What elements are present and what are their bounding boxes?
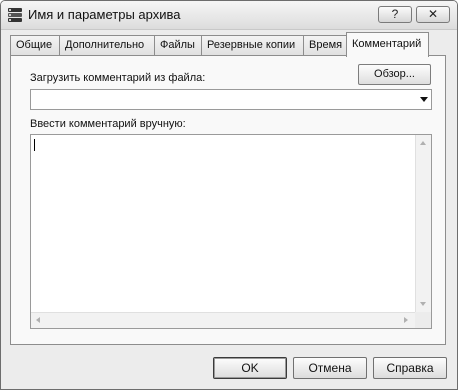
tab-files[interactable]: Файлы xyxy=(154,35,202,56)
horizontal-scrollbar[interactable] xyxy=(31,312,415,328)
comment-file-combobox[interactable] xyxy=(30,89,432,110)
tab-backup[interactable]: Резервные копии xyxy=(201,35,304,56)
title-bar[interactable]: Имя и параметры архива ? ✕ xyxy=(1,1,457,30)
title-close-button[interactable]: ✕ xyxy=(416,6,450,23)
ok-button[interactable]: OK xyxy=(213,357,287,379)
help-button[interactable]: Справка xyxy=(373,357,447,379)
tab-comment[interactable]: Комментарий xyxy=(346,32,429,57)
comment-textarea[interactable] xyxy=(30,134,432,329)
load-comment-label: Загрузить комментарий из файла: xyxy=(30,72,206,84)
tab-time[interactable]: Время xyxy=(303,35,348,56)
archive-dialog: Имя и параметры архива ? ✕ Общие Дополни… xyxy=(0,0,458,390)
chevron-down-icon[interactable] xyxy=(420,97,428,102)
scrollbar-corner xyxy=(415,312,431,328)
text-caret xyxy=(34,139,35,151)
vertical-scrollbar[interactable] xyxy=(415,135,431,312)
tab-advanced[interactable]: Дополнительно xyxy=(59,35,155,56)
comment-panel: Загрузить комментарий из файла: Обзор...… xyxy=(10,55,446,345)
scroll-down-arrow-icon[interactable] xyxy=(420,302,426,306)
cancel-button[interactable]: Отмена xyxy=(293,357,367,379)
title-help-button[interactable]: ? xyxy=(378,6,412,23)
winrar-books-icon xyxy=(8,8,22,22)
scroll-up-arrow-icon[interactable] xyxy=(420,141,426,145)
tab-general[interactable]: Общие xyxy=(10,35,60,56)
manual-comment-label: Ввести комментарий вручную: xyxy=(30,118,186,130)
browse-button[interactable]: Обзор... xyxy=(358,64,431,85)
scroll-left-arrow-icon[interactable] xyxy=(36,317,40,323)
scroll-right-arrow-icon[interactable] xyxy=(404,317,408,323)
window-title: Имя и параметры архива xyxy=(28,7,181,22)
